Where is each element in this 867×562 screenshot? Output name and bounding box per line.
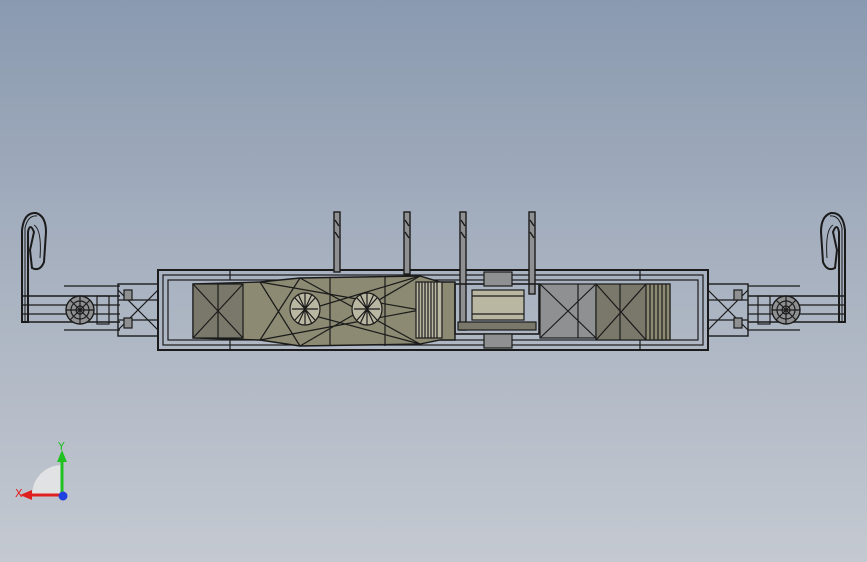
- left-hook-arm: [21, 211, 48, 323]
- left-gear: [65, 295, 110, 325]
- right-bracket: [707, 283, 749, 337]
- triad-plane-shading: [32, 465, 62, 495]
- y-axis-label: Y: [57, 440, 65, 453]
- right-housing: [539, 283, 671, 341]
- 3d-viewport[interactable]: Y X: [0, 0, 867, 562]
- z-axis-dot: [58, 491, 68, 501]
- x-axis-label: X: [15, 487, 23, 500]
- left-fan: [289, 292, 321, 326]
- right-fan: [351, 292, 383, 326]
- right-gear: [757, 295, 801, 325]
- ribbed-block: [415, 281, 443, 339]
- assembly-model-wireframe[interactable]: [0, 0, 867, 562]
- left-bracket: [117, 283, 159, 337]
- right-hook-arm: [819, 211, 846, 323]
- center-clamp: [454, 271, 540, 349]
- orientation-triad: Y X: [12, 440, 82, 510]
